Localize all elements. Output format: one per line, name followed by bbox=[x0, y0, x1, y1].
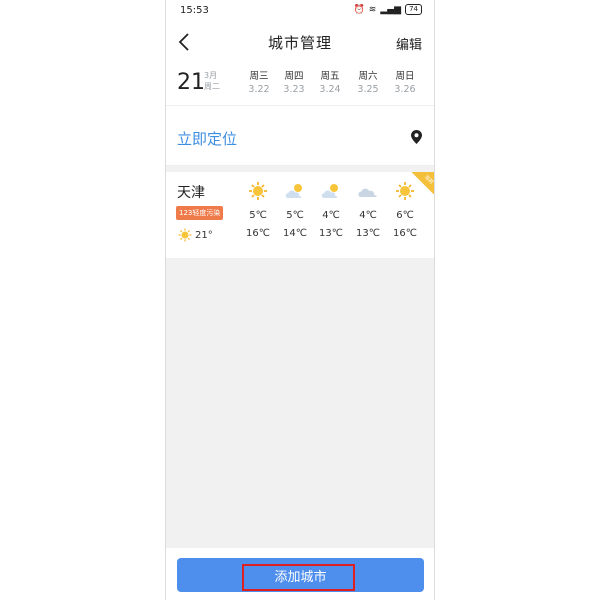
forecast-high: 5℃ bbox=[249, 210, 267, 221]
forecast-day-3: 4℃ 13℃ bbox=[316, 182, 346, 239]
current-city-corner-tag: 当前 bbox=[412, 172, 434, 194]
forecast-high: 4℃ bbox=[359, 210, 377, 221]
today-month: 3月 bbox=[204, 71, 218, 80]
location-pin-icon[interactable] bbox=[411, 130, 422, 144]
signal-icon: ▂▄▆ bbox=[380, 4, 402, 15]
aqi-badge: 123轻度污染 bbox=[176, 206, 224, 220]
forecast-day-1: 5℃ 16℃ bbox=[243, 182, 273, 239]
week-day-4: 周六 3.25 bbox=[351, 70, 385, 96]
header: 城市管理 编辑 bbox=[166, 22, 434, 62]
city-name: 天津 bbox=[177, 185, 205, 201]
forecast-day-4: 4℃ 13℃ bbox=[353, 182, 383, 239]
forecast-low: 14℃ bbox=[283, 228, 307, 239]
sunny-icon bbox=[249, 182, 267, 200]
week-day-date: 3.25 bbox=[357, 84, 379, 95]
date-row: 21 3月 周二 周三 3.22 周四 3.23 周五 3.24 周六 3.25… bbox=[166, 62, 434, 106]
week-day-label: 周五 bbox=[320, 71, 340, 82]
status-time: 15:53 bbox=[180, 5, 209, 16]
current-weather: 21° bbox=[178, 228, 213, 242]
today-month-weekday: 3月 周二 bbox=[204, 70, 220, 92]
city-card-tianjin[interactable]: 天津 123轻度污染 21° 5℃ 16℃ 5℃ 14℃ 4℃ 13℃ 4℃ 1… bbox=[166, 172, 434, 258]
today-weekday: 周二 bbox=[204, 82, 220, 91]
wifi-icon: ≋ bbox=[368, 4, 377, 15]
forecast-high: 6℃ bbox=[396, 210, 414, 221]
week-day-1: 周三 3.22 bbox=[242, 70, 276, 96]
current-temp: 21° bbox=[195, 229, 213, 241]
page-title: 城市管理 bbox=[267, 34, 332, 52]
week-day-date: 3.22 bbox=[248, 84, 270, 95]
status-icons: ⏰ ≋ ▂▄▆ 74 bbox=[354, 4, 422, 15]
partly-cloudy-icon bbox=[285, 184, 302, 198]
week-day-3: 周五 3.24 bbox=[313, 70, 347, 96]
week-day-date: 3.23 bbox=[283, 84, 305, 95]
week-day-date: 3.26 bbox=[394, 84, 416, 95]
forecast-low: 16℃ bbox=[246, 228, 270, 239]
forecast-high: 5℃ bbox=[286, 210, 304, 221]
forecast-high: 4℃ bbox=[322, 210, 340, 221]
corner-tag-text: 当前 bbox=[422, 174, 434, 186]
phone-screen: 15:53 ⏰ ≋ ▂▄▆ 74 城市管理 编辑 21 3月 周二 周三 3.2… bbox=[165, 0, 435, 600]
week-day-5: 周日 3.26 bbox=[388, 70, 422, 96]
forecast-low: 16℃ bbox=[393, 228, 417, 239]
week-day-2: 周四 3.23 bbox=[277, 70, 311, 96]
today-day: 21 bbox=[177, 70, 205, 95]
alarm-icon: ⏰ bbox=[353, 4, 365, 15]
cloudy-icon bbox=[358, 188, 377, 197]
week-day-label: 周四 bbox=[284, 71, 304, 82]
week-day-label: 周日 bbox=[395, 71, 415, 82]
locate-now-label[interactable]: 立即定位 bbox=[177, 128, 237, 149]
forecast-day-2: 5℃ 14℃ bbox=[280, 182, 310, 239]
week-day-date: 3.24 bbox=[319, 84, 341, 95]
week-day-label: 周三 bbox=[249, 71, 269, 82]
battery-icon: 74 bbox=[405, 4, 422, 15]
sunny-icon bbox=[178, 228, 192, 242]
locate-row[interactable]: 立即定位 bbox=[166, 106, 434, 166]
partly-cloudy-icon bbox=[321, 184, 338, 198]
bottom-bar: 添加城市 bbox=[166, 548, 434, 600]
week-day-label: 周六 bbox=[358, 71, 378, 82]
status-bar: 15:53 ⏰ ≋ ▂▄▆ 74 bbox=[166, 0, 434, 22]
edit-button[interactable]: 编辑 bbox=[396, 34, 422, 53]
forecast-low: 13℃ bbox=[356, 228, 380, 239]
forecast-low: 13℃ bbox=[319, 228, 343, 239]
annotation-highlight-box bbox=[242, 564, 355, 591]
